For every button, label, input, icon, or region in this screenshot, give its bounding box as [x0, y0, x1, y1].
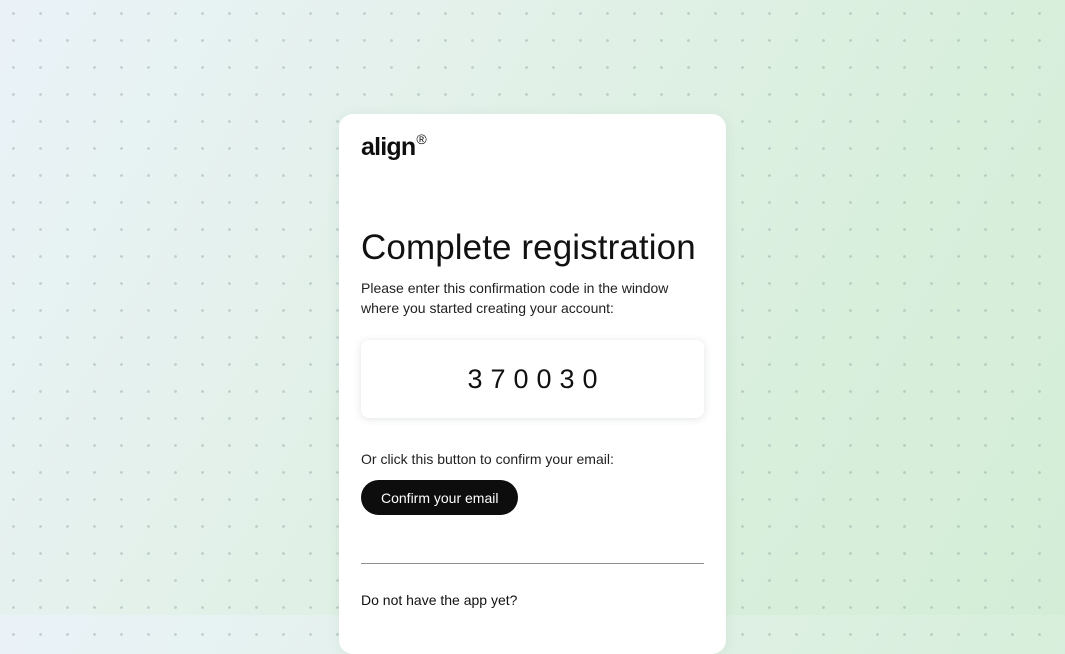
instructions-text: Please enter this confirmation code in t… [361, 280, 669, 316]
confirmation-code: 370030 [467, 363, 606, 394]
page-title: Complete registration [361, 228, 696, 267]
registration-card: align® Complete registration Please ente… [339, 114, 726, 654]
confirm-email-button[interactable]: Confirm your email [361, 480, 519, 515]
brand-logo-text: align [361, 133, 416, 161]
alternative-prompt: Or click this button to confirm your ema… [361, 451, 614, 467]
brand-logo: align® [361, 132, 427, 160]
registered-mark: ® [416, 131, 427, 147]
divider [361, 563, 704, 564]
app-download-prompt: Do not have the app yet? [361, 592, 518, 608]
confirmation-code-box: 370030 [361, 340, 704, 418]
